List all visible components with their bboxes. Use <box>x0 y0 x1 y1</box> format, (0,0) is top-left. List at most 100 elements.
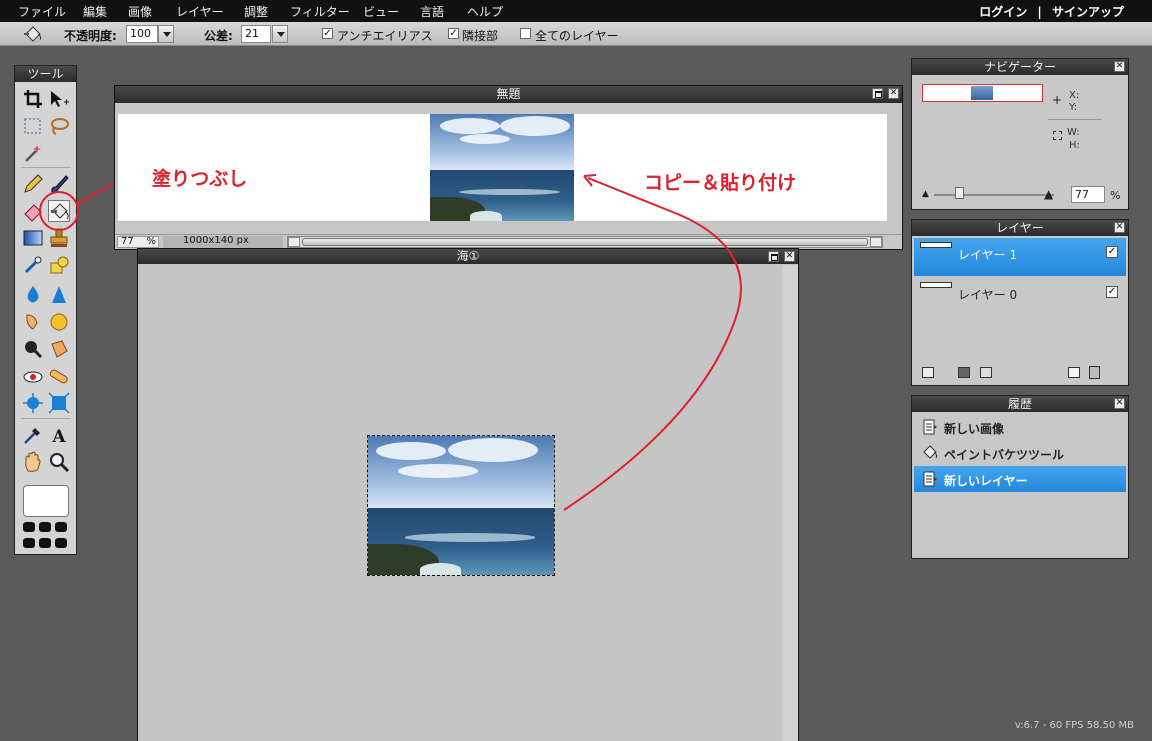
history-item[interactable]: 新しい画像 <box>914 414 1126 440</box>
bloat-tool[interactable] <box>48 365 70 387</box>
opacity-dropdown[interactable] <box>158 25 174 43</box>
eraser-icon <box>24 204 42 222</box>
zoom-readout[interactable]: 77 % <box>117 236 159 248</box>
magic-wand-tool[interactable] <box>22 142 44 164</box>
zoom-input[interactable]: 77 <box>1071 186 1105 203</box>
pinch-tool[interactable] <box>22 392 44 414</box>
zoom-unit: % <box>1110 189 1121 202</box>
blur-tool[interactable] <box>22 284 44 306</box>
nav-divider <box>1048 119 1102 120</box>
lasso-icon <box>51 118 69 135</box>
scroll-thumb[interactable] <box>302 238 868 246</box>
menu-layer[interactable]: レイヤー <box>176 3 224 20</box>
gradient-tool[interactable] <box>22 227 44 249</box>
login-separator: | <box>1037 5 1042 19</box>
brush-presets[interactable] <box>23 522 69 550</box>
close-icon[interactable]: ✕ <box>1114 61 1125 72</box>
zoom-tool[interactable] <box>48 451 70 473</box>
pinch-icon <box>23 393 43 413</box>
scroll-left-arrow[interactable] <box>288 237 300 247</box>
pencil-tool[interactable] <box>22 173 44 195</box>
menu-bar: ファイル 編集 画像 レイヤー 調整 フィルター ビュー 言語 ヘルプ ログイン… <box>0 0 1152 22</box>
vertical-scrollbar[interactable] <box>782 265 798 741</box>
navigator-preview[interactable] <box>922 84 1043 102</box>
history-item[interactable]: 新しいレイヤー <box>914 466 1126 492</box>
menu-adjust[interactable]: 調整 <box>244 3 268 20</box>
new-layer-icon[interactable] <box>1068 367 1080 378</box>
menu-language[interactable]: 言語 <box>420 3 444 20</box>
scroll-right-arrow[interactable] <box>870 237 882 247</box>
type-tool[interactable]: A <box>48 424 70 447</box>
eraser-tool[interactable] <box>22 200 44 222</box>
paint-bucket-tool[interactable] <box>48 200 70 222</box>
close-icon[interactable]: ✕ <box>784 251 795 262</box>
lasso-tool[interactable] <box>48 115 70 137</box>
text-icon: A <box>51 427 66 447</box>
signup-link[interactable]: サインアップ <box>1052 5 1124 19</box>
brush-tool[interactable] <box>48 173 70 195</box>
crop-tool[interactable] <box>22 88 44 110</box>
maximize-icon[interactable] <box>872 88 883 99</box>
layer-row-1[interactable]: レイヤー 1 ✓ <box>914 238 1126 276</box>
sea-image-window: 海① ✕ <box>137 248 799 741</box>
marquee-tool[interactable] <box>22 115 44 137</box>
layer-visibility-checkbox[interactable]: ✓ <box>1106 246 1118 258</box>
layers-panel: レイヤー ✕ レイヤー 1 ✓ レイヤー 0 ✓ <box>911 219 1129 386</box>
history-item[interactable]: ペイントバケツツール <box>914 440 1126 466</box>
zoom-in-icon[interactable]: ▲ <box>1044 187 1053 201</box>
all-layers-label: 全てのレイヤー <box>535 29 619 43</box>
marquee-icon <box>24 118 41 134</box>
red-eye-tool[interactable] <box>22 365 44 387</box>
close-icon[interactable]: ✕ <box>888 88 899 99</box>
sharpen-icon <box>52 286 66 303</box>
tolerance-input[interactable]: 21 <box>241 25 271 43</box>
close-icon[interactable]: ✕ <box>1114 398 1125 409</box>
spherize-tool[interactable] <box>48 392 70 414</box>
menu-filter[interactable]: フィルター <box>290 3 350 20</box>
zoom-out-icon[interactable]: ▲ <box>922 189 929 199</box>
clone-stamp-tool[interactable] <box>48 227 70 249</box>
move-tool[interactable] <box>48 88 70 110</box>
tolerance-dropdown[interactable] <box>272 25 288 43</box>
color-swatch[interactable] <box>23 485 69 517</box>
w-label: W: <box>1067 127 1080 138</box>
menu-file[interactable]: ファイル <box>18 3 66 20</box>
layer-row-0[interactable]: レイヤー 0 ✓ <box>914 278 1126 316</box>
shape-tool[interactable] <box>48 254 70 276</box>
layer-style-icon[interactable] <box>980 367 992 378</box>
antialias-checkbox[interactable]: ✓ <box>322 28 333 39</box>
sponge-tool[interactable] <box>48 311 70 333</box>
color-picker-tool[interactable] <box>22 424 44 446</box>
smudge-tool[interactable] <box>22 311 44 333</box>
navigator-panel: ナビゲーター ✕ + X: Y: W: H: ▲ ▲ 77 % <box>911 58 1129 210</box>
all-layers-checkbox[interactable] <box>520 28 531 39</box>
layers-title: レイヤー <box>912 220 1128 236</box>
layer-mask-icon[interactable] <box>958 367 970 378</box>
contiguous-checkbox[interactable]: ✓ <box>448 28 459 39</box>
menu-view[interactable]: ビュー <box>363 3 399 20</box>
menu-image[interactable]: 画像 <box>128 3 152 20</box>
login-link[interactable]: ログイン <box>979 5 1027 19</box>
dodge-tool[interactable] <box>22 338 44 360</box>
color-replace-tool[interactable] <box>22 254 44 276</box>
trash-icon[interactable] <box>1089 366 1100 379</box>
sharpen-tool[interactable] <box>48 284 70 306</box>
layer-settings-icon[interactable] <box>922 367 934 378</box>
zoom-slider-thumb[interactable] <box>955 187 964 199</box>
close-icon[interactable]: ✕ <box>1114 222 1125 233</box>
burn-tool[interactable] <box>48 338 70 360</box>
layer-thumbnail <box>920 282 952 288</box>
document-icon <box>922 471 938 487</box>
menu-help[interactable]: ヘルプ <box>467 3 503 20</box>
horizontal-scrollbar[interactable] <box>287 236 883 248</box>
hand-tool[interactable] <box>22 451 44 473</box>
opacity-input[interactable]: 100 <box>126 25 158 43</box>
pasted-sea-photo <box>430 114 574 221</box>
burn-icon <box>51 340 68 358</box>
layer-visibility-checkbox[interactable]: ✓ <box>1106 286 1118 298</box>
maximize-icon[interactable] <box>768 251 779 262</box>
zoom-slider[interactable] <box>934 194 1054 196</box>
svg-text:A: A <box>51 427 66 446</box>
menu-edit[interactable]: 編集 <box>83 3 107 20</box>
move-icon <box>51 91 69 107</box>
